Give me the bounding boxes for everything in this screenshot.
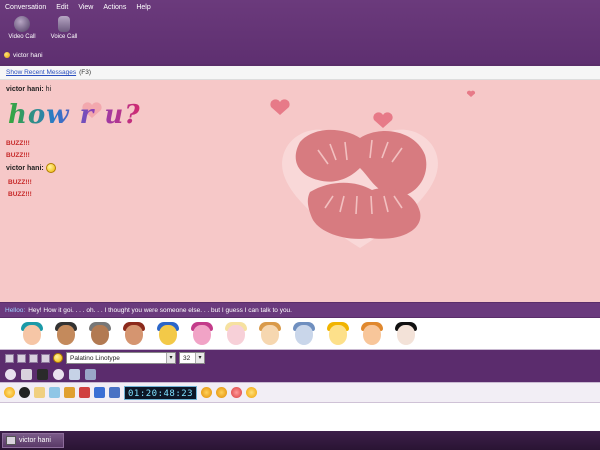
menu-actions[interactable]: Actions [98, 2, 131, 14]
text-style-icon[interactable] [17, 353, 26, 363]
chevron-down-icon: ▾ [166, 353, 175, 363]
package-icon[interactable] [109, 387, 120, 398]
flag-icon[interactable] [34, 387, 45, 398]
message-sender: victor hani: [6, 86, 44, 93]
game-icon[interactable] [64, 387, 75, 398]
contact-status: victor hani [4, 50, 43, 60]
text-style-icon[interactable] [5, 353, 14, 363]
menu-view[interactable]: View [73, 2, 98, 14]
angry-icon[interactable] [231, 387, 243, 398]
taskbar-window-button[interactable]: victor hani [2, 433, 64, 448]
font-family-value: Palatino Linotype [70, 354, 120, 362]
menu-conversation[interactable]: Conversation [0, 2, 51, 14]
font-size-value: 32 [183, 354, 191, 362]
heart-icon [373, 112, 393, 128]
chat-message: victor hani: [6, 163, 56, 173]
font-size-select[interactable]: 32 ▾ [179, 352, 205, 364]
background-icon[interactable] [49, 387, 60, 398]
voice-call-label: Voice Call [50, 34, 78, 40]
recent-messages-shortcut: (F3) [79, 69, 92, 76]
personal-message-label[interactable]: Helloo: [5, 307, 25, 314]
avatar-emoticon[interactable] [256, 320, 284, 348]
show-recent-messages-link[interactable]: Show Recent Messages [6, 69, 76, 76]
video-call-button[interactable]: Video Call [2, 14, 42, 46]
contact-card-icon[interactable] [85, 368, 96, 380]
avatar-emoticon[interactable] [52, 320, 80, 348]
webcam-icon [14, 16, 30, 32]
styled-message-text: how r u? [8, 100, 141, 130]
buzz-message: BUZZ!!! [8, 179, 32, 186]
buzz-message: BUZZ!!! [8, 191, 32, 198]
avatar-emoticon[interactable] [358, 320, 386, 348]
font-color-smiley-icon[interactable] [53, 353, 63, 363]
grin-icon[interactable] [216, 387, 228, 398]
wink-icon[interactable] [19, 387, 30, 398]
fun-toolbar: 01:20:48:23 [0, 382, 600, 402]
status-online-icon [4, 52, 10, 58]
voice-call-button[interactable]: Voice Call [44, 14, 84, 46]
window-chrome: Conversation Edit View Actions Help Vide… [0, 0, 600, 64]
emoticon-strip [0, 318, 600, 350]
sound-icon[interactable] [53, 368, 64, 380]
contact-message-line: Helloo: Hey! How it goi. . . . oh. . . I… [0, 303, 600, 317]
text-style-icon[interactable] [41, 353, 50, 363]
formatting-toolbar [0, 366, 600, 382]
chat-bubble-icon[interactable] [21, 368, 32, 380]
buzz-message: BUZZ!!! [6, 140, 30, 147]
personal-message-text: Hey! How it goi. . . . oh. . . I thought… [28, 306, 292, 314]
menu-bar: Conversation Edit View Actions Help [0, 2, 156, 14]
dancing-icon[interactable] [246, 387, 258, 398]
recent-messages-bar: Show Recent Messages (F3) [0, 66, 600, 80]
people-icon[interactable] [94, 387, 105, 398]
message-text: hi [43, 86, 52, 93]
smiley-emoticon-icon [45, 163, 56, 173]
heart-icon [270, 99, 290, 115]
call-toolbar: Video Call Voice Call [0, 14, 84, 46]
menu-help[interactable]: Help [131, 2, 155, 14]
microphone-icon [58, 16, 70, 32]
chat-message: victor hani: hi [6, 86, 51, 93]
heart-icon [466, 90, 476, 97]
font-family-select[interactable]: Palatino Linotype ▾ [66, 352, 176, 364]
window-icon [6, 436, 16, 445]
avatar-emoticon[interactable] [154, 320, 182, 348]
avatar-emoticon[interactable] [392, 320, 420, 348]
menu-edit[interactable]: Edit [51, 2, 73, 14]
buzz-message: BUZZ!!! [6, 152, 30, 159]
gift-icon[interactable] [79, 387, 90, 398]
emoticon-icon[interactable] [5, 368, 16, 380]
avatar-emoticon[interactable] [290, 320, 318, 348]
avatar-emoticon[interactable] [222, 320, 250, 348]
font-format-bar: Palatino Linotype ▾ 32 ▾ [0, 350, 600, 366]
text-format-icon[interactable] [37, 368, 48, 380]
contact-name: victor hani [13, 51, 43, 59]
picture-icon[interactable] [69, 368, 80, 380]
avatar-emoticon[interactable] [18, 320, 46, 348]
message-input[interactable] [0, 402, 600, 431]
message-sender: victor hani: [6, 164, 44, 172]
chevron-down-icon: ▾ [195, 353, 204, 363]
smiley-icon[interactable] [4, 387, 15, 398]
avatar-emoticon[interactable] [188, 320, 216, 348]
taskbar-window-label: victor hani [19, 437, 51, 444]
call-timer: 01:20:48:23 [124, 385, 198, 400]
taskbar: victor hani [0, 431, 600, 450]
text-style-icon[interactable] [29, 353, 38, 363]
laugh-icon[interactable] [201, 387, 213, 398]
video-call-label: Video Call [8, 34, 36, 40]
avatar-emoticon[interactable] [86, 320, 114, 348]
avatar-emoticon[interactable] [324, 320, 352, 348]
chat-transcript[interactable]: victor hani: hi how r u? BUZZ!!! BUZZ!!!… [0, 80, 600, 302]
avatar-emoticon[interactable] [120, 320, 148, 348]
